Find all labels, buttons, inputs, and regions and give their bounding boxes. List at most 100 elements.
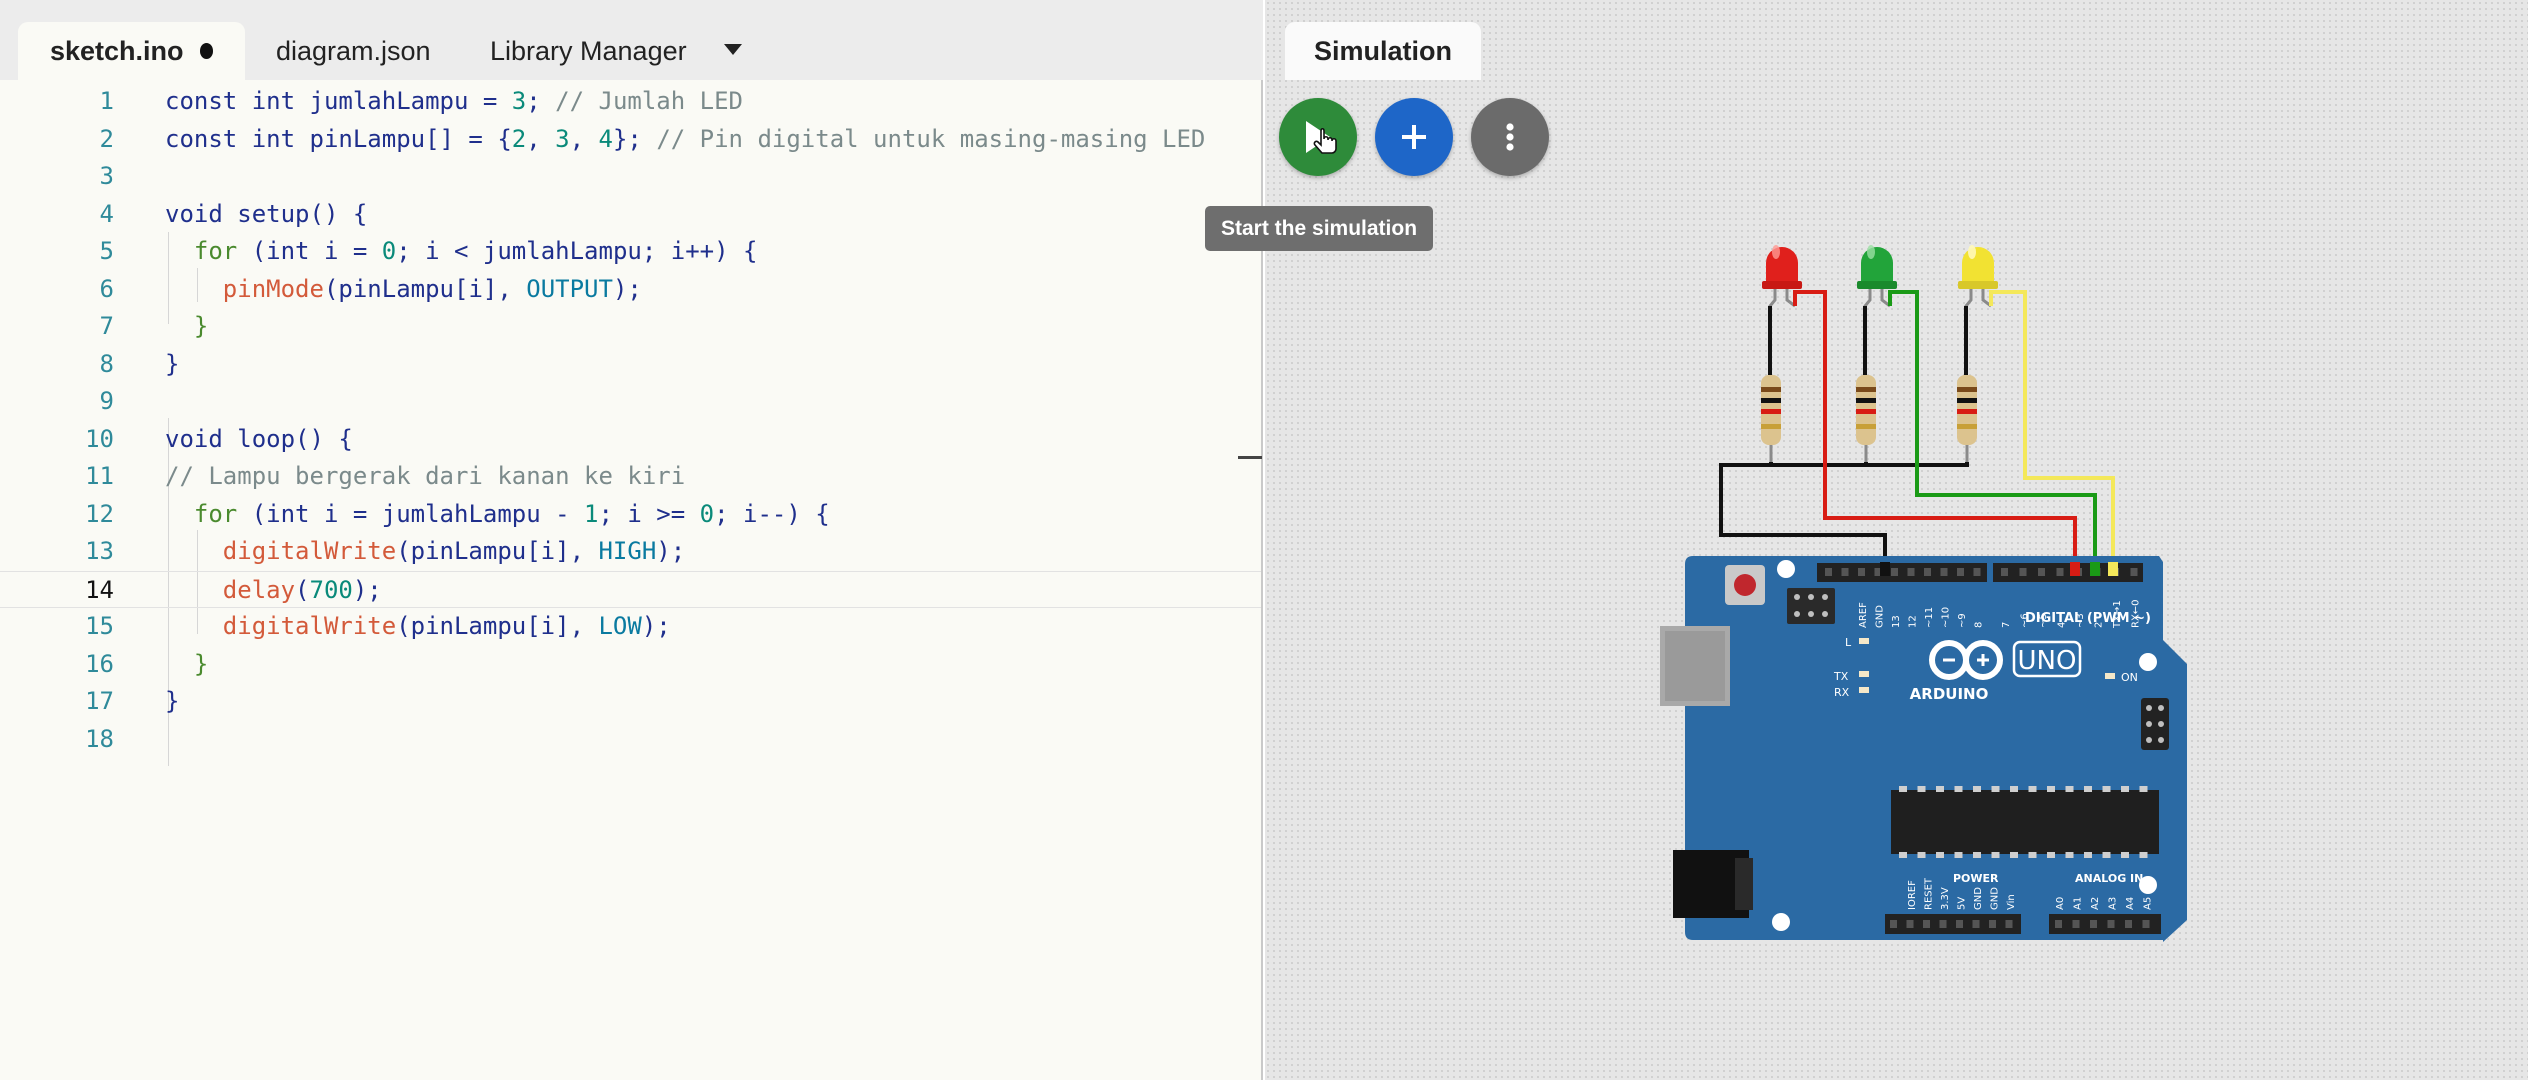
board-model-label: UNO bbox=[2018, 646, 2077, 676]
code-text: const int pinLampu[] = {2, 3, 4}; // Pin… bbox=[165, 121, 1205, 159]
line-number: 12 bbox=[85, 499, 114, 528]
resistor[interactable] bbox=[1957, 375, 1977, 445]
code-token: , bbox=[569, 124, 599, 153]
digital-pin-label: ~3 bbox=[2075, 613, 2086, 628]
line-number: 16 bbox=[85, 649, 114, 678]
digital-pin-label: RX←0 bbox=[2131, 599, 2142, 628]
analog-pin-label: A5 bbox=[2143, 897, 2154, 910]
code-line[interactable]: 13 digitalWrite(pinLampu[i], HIGH); bbox=[0, 533, 1261, 571]
digital-pin-label: ~10 bbox=[1941, 607, 1952, 628]
code-line[interactable]: 2 const int pinLampu[] = {2, 3, 4}; // Pi… bbox=[0, 121, 1261, 159]
arduino-uno-board[interactable]: UNO ARDUINO L TX RX ON DIGITAL (PWM ~) A… bbox=[1660, 556, 2187, 942]
digital-pin-label: ~5 bbox=[2038, 613, 2049, 628]
code-token: ; i < jumlahLampu; i++) { bbox=[396, 237, 758, 265]
code-line[interactable]: 8} bbox=[0, 346, 1261, 384]
power-pin-label: GND bbox=[1973, 887, 1984, 910]
line-number: 10 bbox=[85, 424, 114, 453]
code-token: 0 bbox=[699, 499, 715, 528]
editor-scrollbar-marker[interactable] bbox=[1238, 456, 1262, 459]
code-token: OUTPUT bbox=[526, 274, 613, 303]
code-token: (pinLampu[i], bbox=[396, 612, 599, 640]
code-token: 2 bbox=[511, 124, 527, 153]
code-line[interactable]: 3 bbox=[0, 158, 1261, 196]
tab-sketch-ino[interactable]: sketch.ino bbox=[18, 22, 245, 80]
led-red[interactable] bbox=[1762, 245, 1802, 289]
digital-pin-label: ~9 bbox=[1957, 613, 1968, 628]
code-line[interactable]: 17} bbox=[0, 683, 1261, 721]
code-token: delay bbox=[222, 575, 296, 604]
code-token: } bbox=[165, 649, 209, 678]
code-token: 700 bbox=[309, 575, 353, 604]
code-area[interactable]: 1 const int jumlahLampu = 3; // Jumlah LE… bbox=[0, 80, 1262, 1080]
red-signal-wire[interactable] bbox=[1793, 290, 2077, 570]
line-number: 4 bbox=[99, 199, 114, 228]
code-text: } bbox=[165, 683, 179, 721]
power-pin-label: 5V bbox=[1957, 897, 1968, 910]
line-number: 5 bbox=[99, 237, 114, 265]
tab-label: Library Manager bbox=[490, 35, 687, 66]
code-text: // Lampu bergerak dari kanan ke kiri bbox=[165, 458, 685, 496]
code-line[interactable]: 9 bbox=[0, 383, 1261, 421]
code-line[interactable]: 11 // Lampu bergerak dari kanan ke kiri bbox=[0, 458, 1261, 496]
code-token: (int i = jumlahLampu - bbox=[251, 499, 585, 528]
board-brand-label: ARDUINO bbox=[1910, 685, 1989, 703]
analog-pin-label: A0 bbox=[2055, 897, 2066, 910]
digital-pin-label: TX→1 bbox=[2112, 600, 2123, 629]
code-text: digitalWrite(pinLampu[i], LOW); bbox=[165, 608, 671, 646]
code-token: ( bbox=[295, 575, 310, 604]
code-line[interactable]: 16 } bbox=[0, 646, 1261, 684]
code-token: ); bbox=[641, 612, 671, 640]
code-text: delay(700); bbox=[165, 572, 382, 610]
board-led-label: TX bbox=[1833, 670, 1849, 683]
digital-pin-label: 13 bbox=[1891, 615, 1902, 628]
analog-header-label: ANALOG IN bbox=[2075, 872, 2143, 885]
board-led-label: RX bbox=[1834, 686, 1850, 699]
resistor[interactable] bbox=[1761, 375, 1781, 445]
simulation-pane: Simulation Start the simulation UNO ARDU… bbox=[1205, 0, 2528, 1080]
code-token: void loop() { bbox=[165, 424, 353, 453]
analog-pin-label: A2 bbox=[2090, 897, 2101, 910]
power-pin-label: RESET bbox=[1924, 877, 1935, 910]
code-token: for bbox=[165, 237, 252, 265]
power-pin-label: Vin bbox=[2006, 894, 2017, 910]
microcontroller-chip bbox=[1891, 790, 2159, 854]
code-line[interactable]: 5 for (int i = 0; i < jumlahLampu; i++) … bbox=[0, 233, 1261, 271]
resistor[interactable] bbox=[1856, 375, 1876, 445]
led-green[interactable] bbox=[1857, 245, 1897, 289]
digital-pin-label: 2 bbox=[2094, 622, 2105, 628]
code-line[interactable]: 18 bbox=[0, 721, 1261, 759]
analog-pin-label: A4 bbox=[2125, 897, 2136, 910]
code-text: for (int i = jumlahLampu - 1; i >= 0; i-… bbox=[165, 496, 830, 534]
editor-tab-bar: sketch.ino diagram.json Library Manager bbox=[0, 0, 1263, 80]
line-number: 8 bbox=[99, 349, 114, 378]
code-token: LOW bbox=[598, 612, 642, 640]
analog-pin-label: A1 bbox=[2073, 897, 2084, 910]
code-line[interactable]: 10 void loop() { bbox=[0, 421, 1261, 459]
code-line[interactable]: 4 void setup() { bbox=[0, 196, 1261, 234]
code-token: (int i = bbox=[251, 237, 382, 265]
tab-dropdown-caret-icon[interactable] bbox=[724, 44, 742, 55]
code-text: void loop() { bbox=[165, 421, 353, 459]
code-line[interactable]: 14 delay(700); bbox=[0, 570, 1261, 610]
code-line[interactable]: 6 pinMode(pinLampu[i], OUTPUT); bbox=[0, 271, 1261, 309]
code-line[interactable]: 1 const int jumlahLampu = 3; // Jumlah LE… bbox=[0, 83, 1261, 121]
code-text: } bbox=[165, 346, 179, 384]
code-token: const int pinLampu[] = { bbox=[165, 124, 512, 153]
digital-pin-label: 4 bbox=[2057, 622, 2068, 628]
code-text: for (int i = 0; i < jumlahLampu; i++) { bbox=[165, 233, 758, 271]
code-line[interactable]: 12 for (int i = jumlahLampu - 1; i >= 0;… bbox=[0, 496, 1261, 534]
code-text: const int jumlahLampu = 3; // Jumlah LED bbox=[165, 83, 743, 121]
code-editor-pane: sketch.ino diagram.json Library Manager … bbox=[0, 0, 1263, 1080]
tab-library-manager[interactable]: Library Manager bbox=[490, 22, 687, 80]
code-token: ); bbox=[656, 537, 686, 565]
code-line[interactable]: 15 digitalWrite(pinLampu[i], LOW); bbox=[0, 608, 1261, 646]
code-token: 0 bbox=[381, 237, 397, 265]
power-pin-label: GND bbox=[1990, 887, 2001, 910]
line-number: 14 bbox=[85, 575, 114, 604]
digital-pin-label: AREF bbox=[1858, 602, 1869, 628]
tab-diagram-json[interactable]: diagram.json bbox=[276, 22, 431, 80]
green-signal-wire[interactable] bbox=[1888, 290, 2097, 570]
code-line[interactable]: 7 } bbox=[0, 308, 1261, 346]
code-token: digitalWrite bbox=[222, 537, 397, 565]
led-yellow[interactable] bbox=[1958, 245, 1998, 289]
